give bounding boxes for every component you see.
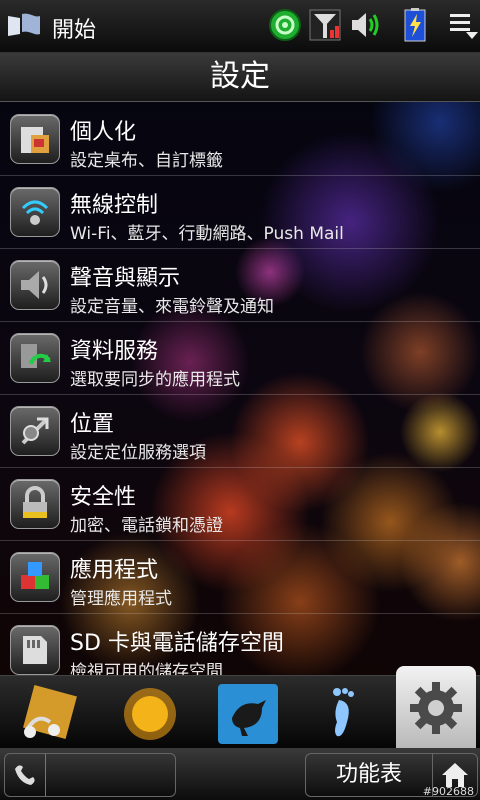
- settings-item-data-services[interactable]: 資料服務 選取要同步的應用程式: [0, 321, 480, 395]
- wireless-icon: [10, 187, 60, 237]
- button-divider: [45, 754, 46, 796]
- bird-icon: [218, 684, 278, 744]
- headphones-icon: [23, 685, 77, 739]
- menu-button[interactable]: 功能表: [305, 753, 433, 797]
- settings-list: 個人化 設定桌布、自訂標籤 無線控制 Wi-Fi、藍牙、行動網路、Push Ma…: [0, 102, 480, 675]
- settings-item-applications[interactable]: 應用程式 管理應用程式: [0, 540, 480, 614]
- location-icon: [10, 406, 60, 456]
- start-label[interactable]: 開始: [52, 12, 96, 44]
- tab-settings[interactable]: [396, 666, 476, 750]
- settings-item-subtitle: 選取要同步的應用程式: [70, 370, 240, 390]
- settings-item-security[interactable]: 安全性 加密、電話鎖和憑證: [0, 467, 480, 541]
- settings-item-title: 無線控制: [70, 193, 159, 218]
- page-title: 設定: [0, 53, 480, 102]
- tab-bar: [0, 666, 480, 750]
- gear-icon: [410, 682, 462, 734]
- settings-item-personalize[interactable]: 個人化 設定桌布、自訂標籤: [0, 102, 480, 176]
- phone-button[interactable]: [4, 753, 176, 797]
- bottom-bar: 功能表 #902688: [0, 748, 480, 800]
- phone-icon: [15, 765, 35, 785]
- data-sync-icon: [10, 333, 60, 383]
- signal-icon[interactable]: [308, 8, 342, 42]
- start-button[interactable]: [4, 8, 44, 44]
- settings-item-subtitle: 設定桌布、自訂標籤: [70, 151, 223, 171]
- lock-icon: [10, 479, 60, 529]
- settings-item-subtitle: 設定音量、來電鈴聲及通知: [70, 297, 274, 317]
- settings-item-subtitle: 加密、電話鎖和憑證: [70, 516, 223, 536]
- sun-icon: [124, 688, 176, 740]
- settings-item-title: 應用程式: [70, 558, 159, 583]
- tab-weather[interactable]: [110, 680, 190, 744]
- settings-item-title: 資料服務: [70, 339, 159, 364]
- volume-icon[interactable]: [348, 8, 382, 42]
- settings-item-wireless[interactable]: 無線控制 Wi-Fi、藍牙、行動網路、Push Mail: [0, 175, 480, 249]
- settings-item-title: 聲音與顯示: [70, 266, 181, 291]
- battery-icon[interactable]: [398, 8, 432, 42]
- settings-item-subtitle: 管理應用程式: [70, 589, 172, 609]
- storage-icon: [10, 625, 60, 675]
- personalize-icon: [10, 114, 60, 164]
- settings-item-subtitle: 檢視可用的儲存空間: [70, 662, 223, 675]
- speaker-icon: [10, 260, 60, 310]
- menu-icon[interactable]: [446, 8, 480, 42]
- sync-icon[interactable]: [268, 8, 302, 42]
- tab-footprints[interactable]: [305, 680, 385, 744]
- settings-item-location[interactable]: 位置 設定定位服務選項: [0, 394, 480, 468]
- watermark: #902688: [422, 785, 474, 798]
- settings-item-title: 安全性: [70, 485, 137, 510]
- settings-item-subtitle: 設定定位服務選項: [70, 443, 206, 463]
- settings-item-title: SD 卡與電話儲存空間: [70, 631, 284, 656]
- tab-twitter[interactable]: [208, 680, 288, 744]
- settings-item-title: 位置: [70, 412, 115, 437]
- status-bar: 開始: [0, 0, 480, 53]
- settings-item-sound-display[interactable]: 聲音與顯示 設定音量、來電鈴聲及通知: [0, 248, 480, 322]
- tab-music[interactable]: [8, 680, 88, 744]
- apps-icon: [10, 552, 60, 602]
- settings-item-subtitle: Wi-Fi、藍牙、行動網路、Push Mail: [70, 224, 344, 244]
- footprint-icon: [333, 688, 354, 737]
- settings-item-title: 個人化: [70, 120, 137, 145]
- windows-start-icon: [8, 13, 40, 36]
